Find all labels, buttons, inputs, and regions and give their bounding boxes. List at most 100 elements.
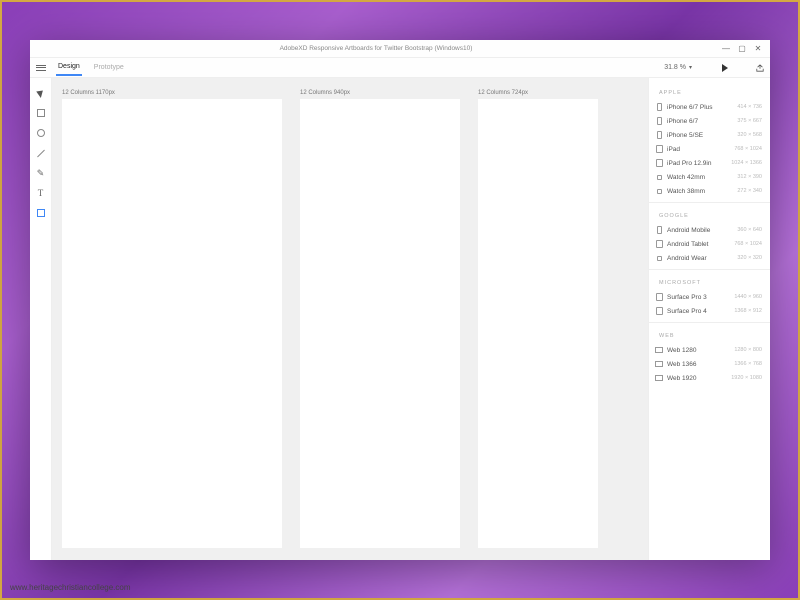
zoom-control[interactable]: 31.8 % ▾ [664,64,692,71]
device-preset[interactable]: Watch 42mm312 × 390 [649,170,770,184]
text-tool[interactable] [36,188,46,198]
artboard-label: 12 Columns 940px [300,90,460,96]
window-title: AdobeXD Responsive Artboards for Twitter… [34,45,718,52]
preset-group-header: WEB [649,327,770,343]
watch-icon [655,187,663,195]
artboard-label: 12 Columns 724px [478,90,598,96]
device-preset-dimensions: 414 × 736 [737,104,762,110]
device-preset-name: Android Wear [667,255,737,262]
artboard-surface[interactable] [62,99,282,548]
tablet-icon [655,145,663,153]
maximize-button[interactable]: ▢ [734,44,750,53]
select-tool[interactable] [36,88,46,98]
titlebar: AdobeXD Responsive Artboards for Twitter… [30,40,770,58]
artboard-2[interactable]: 12 Columns 940px [300,90,460,548]
tab-design[interactable]: Design [56,59,82,76]
line-tool[interactable] [36,148,46,158]
device-preset-name: iPhone 5/SE [667,132,737,139]
tablet-icon [655,293,663,301]
watermark: www.heritagechristiancollege.com [10,583,131,592]
toolbar: Design Prototype 31.8 % ▾ [30,58,770,78]
device-preset[interactable]: Web 12801280 × 800 [649,343,770,357]
device-preset-dimensions: 320 × 320 [737,255,762,261]
device-preset-name: Surface Pro 3 [667,294,734,301]
web-icon [655,346,663,354]
artboard-surface[interactable] [478,99,598,548]
minimize-button[interactable]: — [718,44,734,53]
device-preset[interactable]: Surface Pro 41368 × 912 [649,304,770,318]
tablet-icon [655,240,663,248]
device-preset[interactable]: Android Wear320 × 320 [649,251,770,265]
phone-icon [655,117,663,125]
preset-group-header: APPLE [649,84,770,100]
device-preset-dimensions: 1366 × 768 [734,361,762,367]
text-icon [38,188,44,198]
device-preset-dimensions: 320 × 568 [737,132,762,138]
device-preset-dimensions: 768 × 1024 [734,241,762,247]
device-preset[interactable]: iPhone 6/7 Plus414 × 736 [649,100,770,114]
device-preset[interactable]: iPhone 5/SE320 × 568 [649,128,770,142]
device-preset-name: Web 1920 [667,375,731,382]
device-preset[interactable]: iPhone 6/7375 × 667 [649,114,770,128]
device-preset[interactable]: Web 13661366 × 768 [649,357,770,371]
device-preset-name: Web 1366 [667,361,734,368]
device-preset-dimensions: 768 × 1024 [734,146,762,152]
device-preset-dimensions: 360 × 640 [737,227,762,233]
artboard-surface[interactable] [300,99,460,548]
device-preset-name: iPhone 6/7 [667,118,737,125]
preview-play-icon[interactable] [722,64,728,72]
device-preset-dimensions: 272 × 340 [737,188,762,194]
desktop-background: www.heritagechristiancollege.com AdobeXD… [0,0,800,600]
artboard-icon [37,209,45,217]
pen-tool[interactable] [36,168,46,178]
phone-icon [655,131,663,139]
artboard-label: 12 Columns 1170px [62,90,282,96]
pen-icon [37,168,45,179]
device-preset-dimensions: 312 × 390 [737,174,762,180]
canvas[interactable]: 12 Columns 1170px 12 Columns 940px 12 Co… [52,78,648,560]
device-preset-dimensions: 1368 × 912 [734,308,762,314]
artboard-3[interactable]: 12 Columns 724px [478,90,598,548]
phone-icon [655,226,663,234]
device-preset-dimensions: 1280 × 800 [734,347,762,353]
device-preset-name: iPad Pro 12.9in [667,160,731,167]
artboard-1[interactable]: 12 Columns 1170px [62,90,282,548]
device-preset-dimensions: 1920 × 1080 [731,375,762,381]
app-body: 12 Columns 1170px 12 Columns 940px 12 Co… [30,78,770,560]
device-preset[interactable]: Web 19201920 × 1080 [649,371,770,385]
artboard-tool[interactable] [36,208,46,218]
close-button[interactable]: ✕ [750,44,766,53]
share-icon[interactable] [756,64,764,72]
device-preset-dimensions: 1440 × 960 [734,294,762,300]
device-preset[interactable]: iPad Pro 12.9in1024 × 1366 [649,156,770,170]
device-preset-name: Web 1280 [667,347,734,354]
rectangle-icon [37,109,45,117]
web-icon [655,374,663,382]
select-icon [38,89,44,97]
device-preset-name: Surface Pro 4 [667,308,734,315]
device-preset[interactable]: Surface Pro 31440 × 960 [649,290,770,304]
chevron-down-icon: ▾ [689,64,692,71]
rectangle-tool[interactable] [36,108,46,118]
hamburger-menu-icon[interactable] [36,65,46,71]
ellipse-tool[interactable] [36,128,46,138]
device-preset[interactable]: Watch 38mm272 × 340 [649,184,770,198]
tool-rail [30,78,52,560]
preset-group-header: MICROSOFT [649,274,770,290]
tablet-icon [655,159,663,167]
tab-prototype[interactable]: Prototype [92,60,126,75]
web-icon [655,360,663,368]
device-preset-dimensions: 1024 × 1366 [731,160,762,166]
app-window: AdobeXD Responsive Artboards for Twitter… [30,40,770,560]
phone-icon [655,103,663,111]
device-preset-name: Android Mobile [667,227,737,234]
device-preset-name: Watch 42mm [667,174,737,181]
device-preset[interactable]: Android Tablet768 × 1024 [649,237,770,251]
artboard-presets-panel[interactable]: APPLEiPhone 6/7 Plus414 × 736iPhone 6/73… [648,78,770,560]
device-preset[interactable]: Android Mobile360 × 640 [649,223,770,237]
watch-icon [655,254,663,262]
line-icon [37,149,45,157]
device-preset-dimensions: 375 × 667 [737,118,762,124]
tablet-icon [655,307,663,315]
device-preset[interactable]: iPad768 × 1024 [649,142,770,156]
